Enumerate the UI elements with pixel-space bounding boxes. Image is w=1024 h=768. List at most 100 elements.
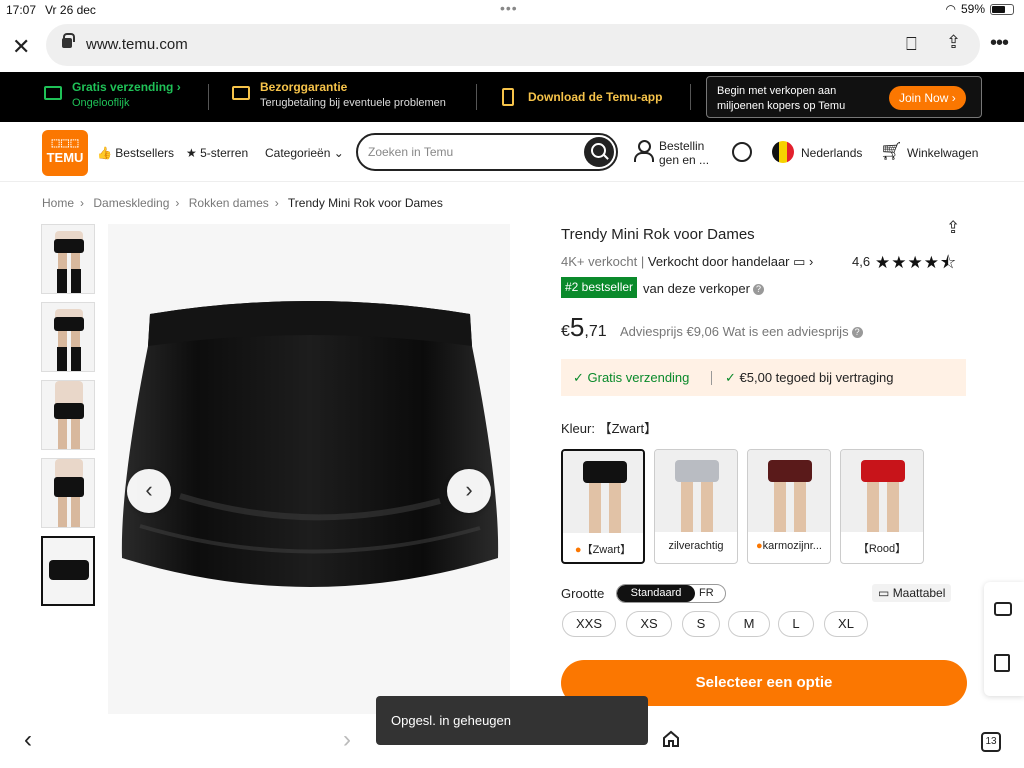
prev-image-button[interactable]: ‹	[127, 469, 171, 513]
product-thumbnail-selected[interactable]	[41, 536, 95, 606]
cart-icon[interactable]: 🛒︎	[880, 141, 903, 162]
breadcrumb-home[interactable]: Home	[42, 196, 74, 210]
address-bar[interactable]: www.temu.com ⎕ ⇪	[46, 24, 980, 66]
back-icon[interactable]: ‹	[24, 726, 32, 754]
size-option-l[interactable]: L	[778, 611, 814, 637]
orders-account-link[interactable]: Bestellin gen en ...	[659, 139, 715, 167]
support-chat-icon[interactable]	[732, 142, 752, 162]
delay-credit-note: ✓ €5,00 tegoed bij vertraging	[725, 370, 894, 385]
status-bar: 17:07 Vr 26 dec ••• ◠ 59%	[0, 0, 1024, 20]
size-option-s[interactable]: S	[682, 611, 720, 637]
seller-link[interactable]: Verkocht door handelaar ▭ ›	[648, 254, 814, 269]
divider	[476, 84, 477, 110]
shipping-info-box: ✓ Gratis verzending ✓ €5,00 tegoed bij v…	[561, 359, 966, 396]
divider	[208, 84, 209, 110]
next-image-button[interactable]: ›	[447, 469, 491, 513]
info-icon[interactable]: ?	[851, 327, 863, 339]
size-chart-button[interactable]: ▭ Maattabel	[872, 584, 952, 602]
share-icon[interactable]: ⇪	[946, 32, 961, 53]
truck-icon	[44, 86, 62, 100]
free-shipping-note: ✓ Gratis verzending	[573, 370, 690, 385]
browser-toolbar: ✕ www.temu.com ⎕ ⇪ •••	[0, 20, 1024, 72]
size-system-standaard[interactable]: Standaard	[617, 585, 695, 602]
home-icon[interactable]	[662, 730, 680, 748]
size-option-xxs[interactable]: XXS	[562, 611, 616, 637]
thumbs-up-icon: 👍	[97, 146, 112, 160]
product-thumbnail[interactable]	[41, 380, 95, 450]
skirt-image	[121, 301, 499, 587]
bookmark-icon[interactable]: ⎕	[906, 34, 917, 55]
size-system-fr[interactable]: FR	[699, 585, 714, 602]
breadcrumb: Home › Dameskleding › Rokken dames › Trendy…	[42, 196, 443, 210]
size-option-xl[interactable]: XL	[824, 611, 868, 637]
thumbnail-list	[41, 224, 97, 614]
product-thumbnail[interactable]	[41, 458, 95, 528]
toast-message: Opgesl. in geheugen	[376, 696, 648, 745]
free-shipping-promo[interactable]: Gratis verzending › Ongelooflijk	[72, 80, 181, 109]
color-option-karmozijnrood[interactable]: ●karmozijnr...	[747, 449, 831, 564]
ruler-icon: ▭	[878, 586, 890, 600]
language-selector[interactable]: Nederlands	[801, 146, 862, 160]
url-text: www.temu.com	[86, 36, 188, 53]
breadcrumb-current: Trendy Mini Rok voor Dames	[287, 196, 443, 210]
five-stars-link[interactable]: ★ 5-sterren	[186, 146, 248, 160]
phone-icon	[502, 88, 514, 106]
divider	[690, 84, 691, 110]
multitask-dots-icon[interactable]: •••	[500, 0, 518, 16]
advice-price: Adviesprijs €9,06 Wat is een adviesprijs…	[620, 324, 863, 339]
edit-feedback-icon[interactable]	[994, 654, 1010, 672]
free-shipping-title: Gratis verzending	[72, 80, 174, 94]
guarantee-title: Bezorggarantie	[260, 80, 348, 94]
size-option-m[interactable]: M	[728, 611, 770, 637]
chat-icon[interactable]	[994, 602, 1012, 616]
sold-count: 4K+ verkocht	[561, 254, 638, 269]
product-title: Trendy Mini Rok voor Dames	[561, 226, 755, 243]
product-thumbnail[interactable]	[41, 302, 95, 372]
battery-icon	[990, 3, 1014, 15]
price: €5,71	[561, 312, 607, 342]
color-option-zilverachtig[interactable]: zilverachtig	[654, 449, 738, 564]
account-icon[interactable]	[634, 140, 654, 162]
search-input[interactable]: Zoeken in Temu	[368, 145, 453, 159]
status-right: ◠ 59%	[945, 2, 1014, 16]
categories-menu[interactable]: Categorieën ⌄	[265, 146, 344, 160]
rating-value: 4,6	[852, 254, 871, 269]
star-badge-icon: ★	[186, 146, 197, 160]
color-label: Kleur: 【Zwart】	[561, 421, 658, 436]
sell-banner[interactable]: Begin met verkopen aan miljoenen kopers …	[706, 76, 982, 118]
bestsellers-link[interactable]: 👍 Bestsellers	[97, 146, 174, 160]
temu-logo[interactable]: ⬚⬚⬚ TEMU	[42, 130, 88, 176]
share-icon[interactable]: ⇪	[946, 218, 960, 238]
more-icon[interactable]: •••	[990, 32, 1009, 55]
product-thumbnail[interactable]	[41, 224, 95, 294]
chevron-down-icon: ⌄	[333, 146, 344, 160]
join-now-button[interactable]: Join Now ›	[889, 86, 966, 110]
color-option-rood[interactable]: 【Rood】	[840, 449, 924, 564]
guarantee-promo: Bezorggarantie Terugbetaling bij eventue…	[260, 80, 446, 109]
star-rating-icon[interactable]: ★★★★⯪	[875, 250, 957, 279]
app-download-link[interactable]: Download de Temu-app	[528, 90, 662, 104]
bestseller-badge: #2 bestseller	[561, 277, 638, 298]
search-icon[interactable]	[584, 137, 614, 167]
delivery-truck-icon	[232, 86, 250, 100]
forward-icon[interactable]: ›	[343, 726, 351, 754]
belgium-flag-icon[interactable]	[772, 141, 794, 163]
size-option-xs[interactable]: XS	[626, 611, 672, 637]
info-icon[interactable]: ?	[752, 284, 764, 296]
search-bar[interactable]: Zoeken in Temu	[356, 133, 618, 171]
breadcrumb-rokken[interactable]: Rokken dames	[189, 196, 269, 210]
wifi-icon: ◠	[945, 2, 956, 16]
promo-banner: Gratis verzending › Ongelooflijk Bezorgg…	[0, 72, 1024, 122]
status-time: 17:07	[6, 3, 37, 17]
free-shipping-sub: Ongelooflijk	[72, 97, 130, 109]
breadcrumb-dameskleding[interactable]: Dameskleding	[93, 196, 169, 210]
bestseller-text: van deze verkoper?	[643, 281, 764, 296]
flame-icon: ●	[574, 544, 582, 556]
close-icon[interactable]: ✕	[12, 34, 30, 60]
sell-text: Begin met verkopen aan miljoenen kopers …	[717, 85, 846, 112]
lock-icon	[62, 33, 75, 48]
color-option-zwart[interactable]: ●【Zwart】	[561, 449, 645, 564]
tabs-button[interactable]: 13	[981, 732, 1001, 752]
size-system-toggle[interactable]: Standaard FR	[616, 584, 726, 603]
cart-link[interactable]: Winkelwagen	[907, 146, 978, 160]
